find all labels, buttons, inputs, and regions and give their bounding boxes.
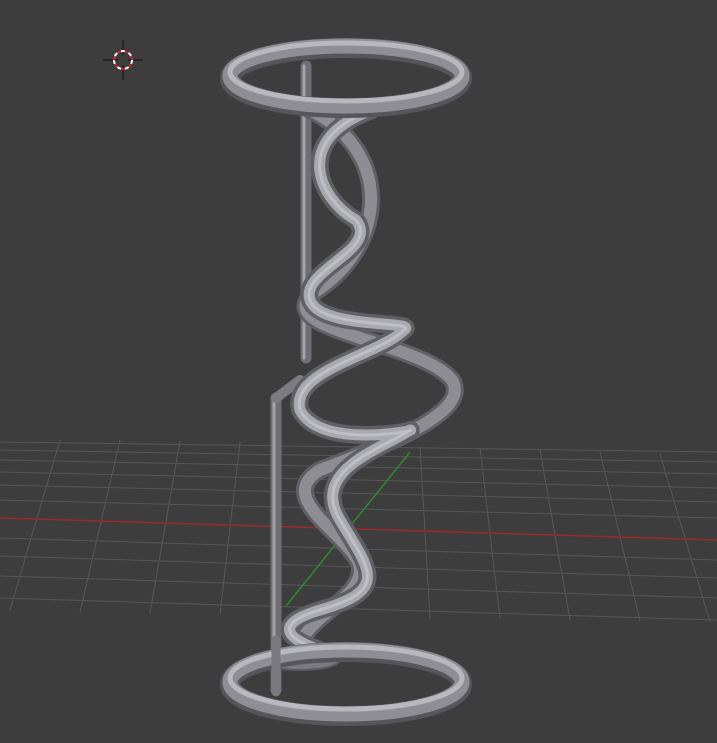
3d-viewport[interactable] (0, 0, 717, 743)
viewport-canvas (0, 38, 717, 726)
bottom-ring (220, 642, 472, 726)
mesh-object[interactable] (220, 38, 472, 726)
top-ring (220, 38, 472, 118)
3d-cursor-icon[interactable] (103, 40, 143, 80)
